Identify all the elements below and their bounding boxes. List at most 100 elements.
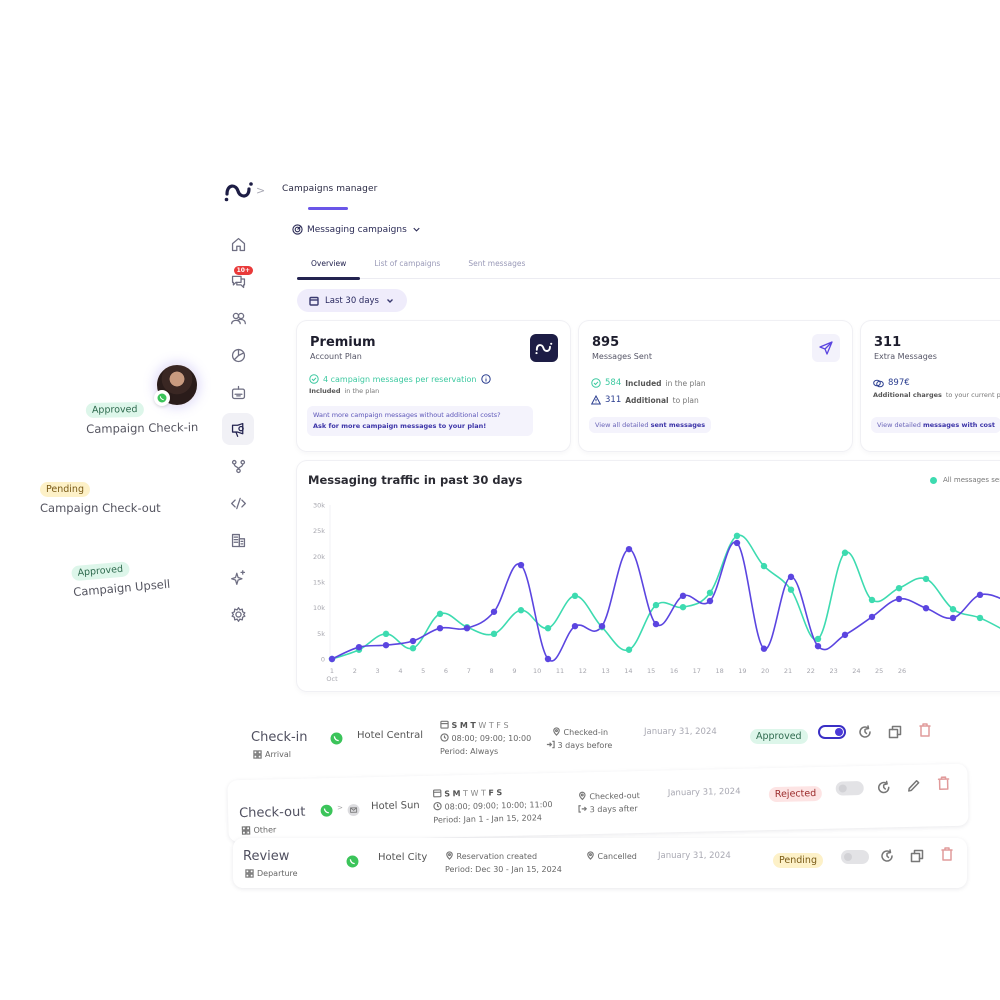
campaign-enabled-toggle[interactable]: [835, 780, 864, 796]
data-point-campaign-messages[interactable]: [814, 642, 822, 650]
data-point-campaign-messages[interactable]: [463, 625, 471, 632]
campaign-enabled-toggle[interactable]: [818, 725, 846, 739]
data-point-all-messages[interactable]: [544, 625, 552, 632]
campaign-row[interactable]: Review Departure Hotel City Reservation …: [233, 838, 967, 888]
tab-sent-messages[interactable]: Sent messages: [454, 257, 539, 279]
campaign-enabled-toggle[interactable]: [841, 850, 869, 864]
data-point-campaign-messages[interactable]: [517, 561, 525, 569]
data-point-campaign-messages[interactable]: [328, 655, 336, 663]
data-point-all-messages[interactable]: [976, 614, 984, 622]
x-tick-label: 21: [784, 667, 792, 675]
data-point-campaign-messages[interactable]: [409, 637, 417, 645]
sidebar-item-messages[interactable]: 10+: [222, 265, 254, 297]
data-point-campaign-messages[interactable]: [382, 641, 390, 649]
data-point-campaign-messages[interactable]: [760, 645, 768, 652]
sidebar-item-properties[interactable]: [222, 524, 254, 556]
data-point-campaign-messages[interactable]: [787, 573, 795, 581]
data-point-campaign-messages[interactable]: [949, 614, 957, 622]
sidebar-item-home[interactable]: [222, 228, 254, 260]
data-point-all-messages[interactable]: [922, 575, 930, 583]
tab-overview[interactable]: Overview: [297, 257, 361, 280]
schedule-history-button[interactable]: [879, 848, 895, 864]
view-cost-messages-link[interactable]: View detailed messages with cost: [871, 417, 1000, 433]
data-point-all-messages[interactable]: [787, 586, 795, 593]
data-point-campaign-messages[interactable]: [571, 622, 579, 630]
data-point-all-messages[interactable]: [652, 601, 660, 609]
building-icon: [231, 533, 245, 547]
send-icon-box: [812, 334, 840, 362]
data-point-campaign-messages[interactable]: [679, 592, 687, 600]
data-point-campaign-messages[interactable]: [355, 643, 363, 651]
date-range-filter[interactable]: Last 30 days: [297, 289, 407, 312]
data-point-all-messages[interactable]: [868, 596, 876, 604]
promo-link[interactable]: Ask for more campaign messages to your p…: [313, 422, 486, 430]
duplicate-button[interactable]: [887, 724, 903, 740]
data-point-campaign-messages[interactable]: [436, 625, 444, 632]
delete-button[interactable]: [917, 722, 933, 738]
sidebar-item-ai[interactable]: [222, 561, 254, 593]
delete-button[interactable]: [935, 775, 951, 791]
send-icon: [819, 341, 833, 355]
data-point-campaign-messages[interactable]: [841, 631, 849, 639]
data-point-all-messages[interactable]: [733, 532, 741, 539]
data-point-all-messages[interactable]: [706, 589, 714, 596]
copy-icon: [910, 849, 924, 863]
sidebar-item-integrations[interactable]: [222, 450, 254, 482]
sidebar-item-settings[interactable]: [222, 598, 254, 630]
data-point-all-messages[interactable]: [679, 603, 687, 611]
schedule-history-button[interactable]: [876, 779, 892, 795]
data-point-all-messages[interactable]: [760, 562, 768, 570]
data-point-campaign-messages[interactable]: [544, 655, 552, 663]
data-point-campaign-messages[interactable]: [868, 613, 876, 621]
schedule-history-button[interactable]: [857, 724, 873, 740]
status-badge: Approved: [85, 401, 144, 418]
view-sent-messages-link[interactable]: View all detailed sent messages: [589, 417, 712, 433]
data-point-campaign-messages[interactable]: [625, 545, 633, 553]
data-point-campaign-messages[interactable]: [922, 604, 930, 612]
sidebar-item-campaigns[interactable]: [222, 413, 254, 445]
chevron-down-icon: [387, 298, 393, 303]
data-point-all-messages[interactable]: [949, 606, 957, 613]
data-point-all-messages[interactable]: [571, 592, 579, 600]
info-icon[interactable]: [480, 374, 491, 384]
tab-list-of-campaigns[interactable]: List of campaigns: [360, 257, 454, 279]
data-point-campaign-messages[interactable]: [652, 620, 660, 628]
messages-sent-value: 895: [592, 335, 620, 350]
delete-button[interactable]: [939, 846, 955, 862]
campaign-name: Review: [243, 849, 290, 864]
data-point-all-messages[interactable]: [436, 610, 444, 618]
duplicate-button[interactable]: [909, 848, 925, 864]
upgrade-promo[interactable]: Want more campaign messages without addi…: [307, 406, 533, 436]
data-point-campaign-messages[interactable]: [733, 539, 741, 547]
data-point-all-messages[interactable]: [625, 646, 633, 653]
sidebar-item-analytics[interactable]: [222, 339, 254, 371]
copy-icon: [888, 725, 902, 739]
gear-icon: [230, 606, 246, 622]
data-point-all-messages[interactable]: [841, 549, 849, 556]
brand-logo[interactable]: [224, 180, 254, 202]
x-tick-label: 2: [353, 667, 357, 675]
sparkles-icon: [230, 569, 245, 585]
check-circle-icon: [591, 378, 601, 388]
data-point-campaign-messages[interactable]: [895, 595, 903, 603]
data-point-campaign-messages[interactable]: [706, 597, 714, 605]
data-point-all-messages[interactable]: [382, 630, 390, 638]
data-point-campaign-messages[interactable]: [976, 591, 984, 599]
additional-messages: 311 Additional to plan: [591, 395, 699, 405]
chart-legend[interactable]: All messages sent: [930, 476, 1000, 484]
flow-icon: [231, 459, 245, 473]
data-point-all-messages[interactable]: [490, 630, 498, 638]
weekdays: S M T W T F S: [440, 719, 531, 732]
data-point-all-messages[interactable]: [409, 645, 417, 652]
data-point-all-messages[interactable]: [517, 607, 525, 614]
data-point-all-messages[interactable]: [895, 584, 903, 592]
campaign-type-selector[interactable]: Messaging campaigns: [292, 224, 422, 235]
sidebar-item-guests[interactable]: [222, 302, 254, 334]
edit-button[interactable]: [906, 778, 922, 794]
data-point-all-messages[interactable]: [814, 635, 822, 643]
sidebar-item-developers[interactable]: [222, 487, 254, 519]
sidebar-item-bot[interactable]: [222, 376, 254, 408]
data-point-campaign-messages[interactable]: [490, 608, 498, 615]
x-tick-label: 17: [693, 667, 701, 675]
data-point-campaign-messages[interactable]: [598, 622, 606, 630]
